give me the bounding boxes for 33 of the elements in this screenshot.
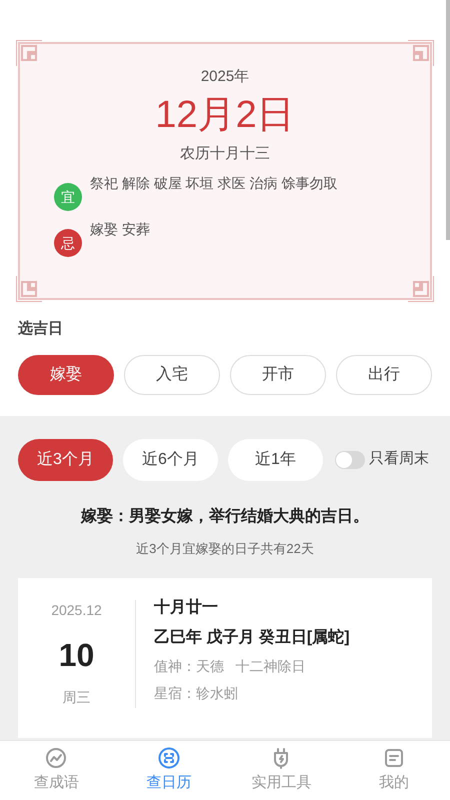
lunar-date: 十月廿一: [154, 598, 219, 618]
day-number: 10: [58, 636, 94, 675]
category-chip[interactable]: 出行: [336, 354, 432, 394]
deity-text: 值神：天德 十二神除日: [154, 657, 307, 676]
year-label: 2025年: [200, 67, 250, 87]
weekday-label: 周三: [62, 688, 90, 707]
section-title: 选吉日: [17, 319, 64, 339]
switch-label: 只看周末: [369, 449, 429, 470]
date-label: 12月2日: [155, 92, 295, 138]
corner-ornament-icon: [16, 40, 42, 66]
category-chip[interactable]: 入宅: [124, 354, 220, 394]
description-text: 嫁娶：男娶女嫁，举行结婚大典的吉日。: [80, 506, 370, 526]
summary-text: 近3个月宜嫁娶的日子共有22天: [135, 540, 315, 558]
lunar-date: 农历十月十三: [180, 144, 270, 164]
corner-ornament-icon: [408, 276, 434, 302]
omen-badge: 忌: [54, 229, 82, 257]
range-chip[interactable]: 近3个月: [18, 438, 113, 480]
corner-ornament-icon: [16, 276, 42, 302]
weekend-switch[interactable]: [335, 450, 365, 468]
scan-icon: [156, 746, 181, 770]
range-chip[interactable]: 近1年: [228, 438, 323, 480]
month-label: 2025.12: [51, 601, 102, 620]
result-card[interactable]: 2025.12 10 周三 十月廿一 乙巳年 戊子月 癸丑日[属蛇] 值神：天德 十二神除日 星宿：轸水蚓: [18, 578, 432, 738]
omen-text: 嫁娶 安葬: [90, 220, 150, 239]
category-chip[interactable]: 开市: [230, 354, 326, 394]
category-chip[interactable]: 嫁娶: [18, 354, 114, 394]
corner-ornament-icon: [408, 40, 434, 66]
omen-text: 祭祀 解除 破屋 坏垣 求医 治病 馀事勿取: [90, 174, 338, 193]
range-chip[interactable]: 近6个月: [123, 438, 218, 480]
chart-icon: [44, 746, 68, 770]
omen-badge: 宜: [54, 183, 82, 211]
ganzhi-text: 乙巳年 戊子月 癸丑日[属蛇]: [154, 628, 350, 648]
mansion-text: 星宿：轸水蚓: [154, 684, 239, 703]
